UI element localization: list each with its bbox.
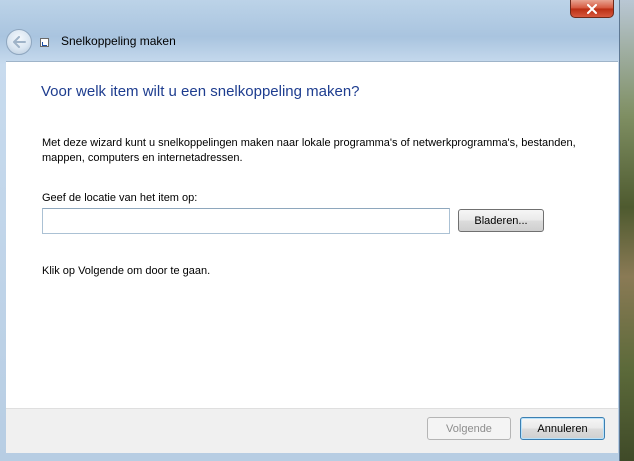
wizard-footer: Volgende Annuleren [6, 408, 618, 453]
page-heading: Voor welk item wilt u een snelkoppeling … [41, 83, 360, 100]
back-arrow-icon [13, 36, 26, 48]
next-button[interactable]: Volgende [427, 417, 511, 440]
location-label: Geef de locatie van het item op: [42, 192, 198, 204]
wizard-header: Snelkoppeling maken [0, 26, 619, 61]
window-title: Snelkoppeling maken [61, 34, 176, 48]
cancel-button[interactable]: Annuleren [520, 417, 605, 440]
wizard-description: Met deze wizard kunt u snelkoppelingen m… [42, 137, 576, 164]
shortcut-icon [40, 38, 49, 47]
location-input[interactable] [42, 208, 450, 234]
close-icon [587, 3, 597, 14]
continue-hint: Klik op Volgende om door te gaan. [42, 265, 211, 277]
desktop-background [618, 0, 634, 461]
close-button[interactable] [570, 0, 614, 18]
browse-button[interactable]: Bladeren... [458, 209, 544, 232]
wizard-content: Voor welk item wilt u een snelkoppeling … [6, 61, 618, 408]
back-button[interactable] [6, 29, 32, 55]
shortcut-wizard-window: Snelkoppeling maken Voor welk item wilt … [0, 0, 620, 461]
